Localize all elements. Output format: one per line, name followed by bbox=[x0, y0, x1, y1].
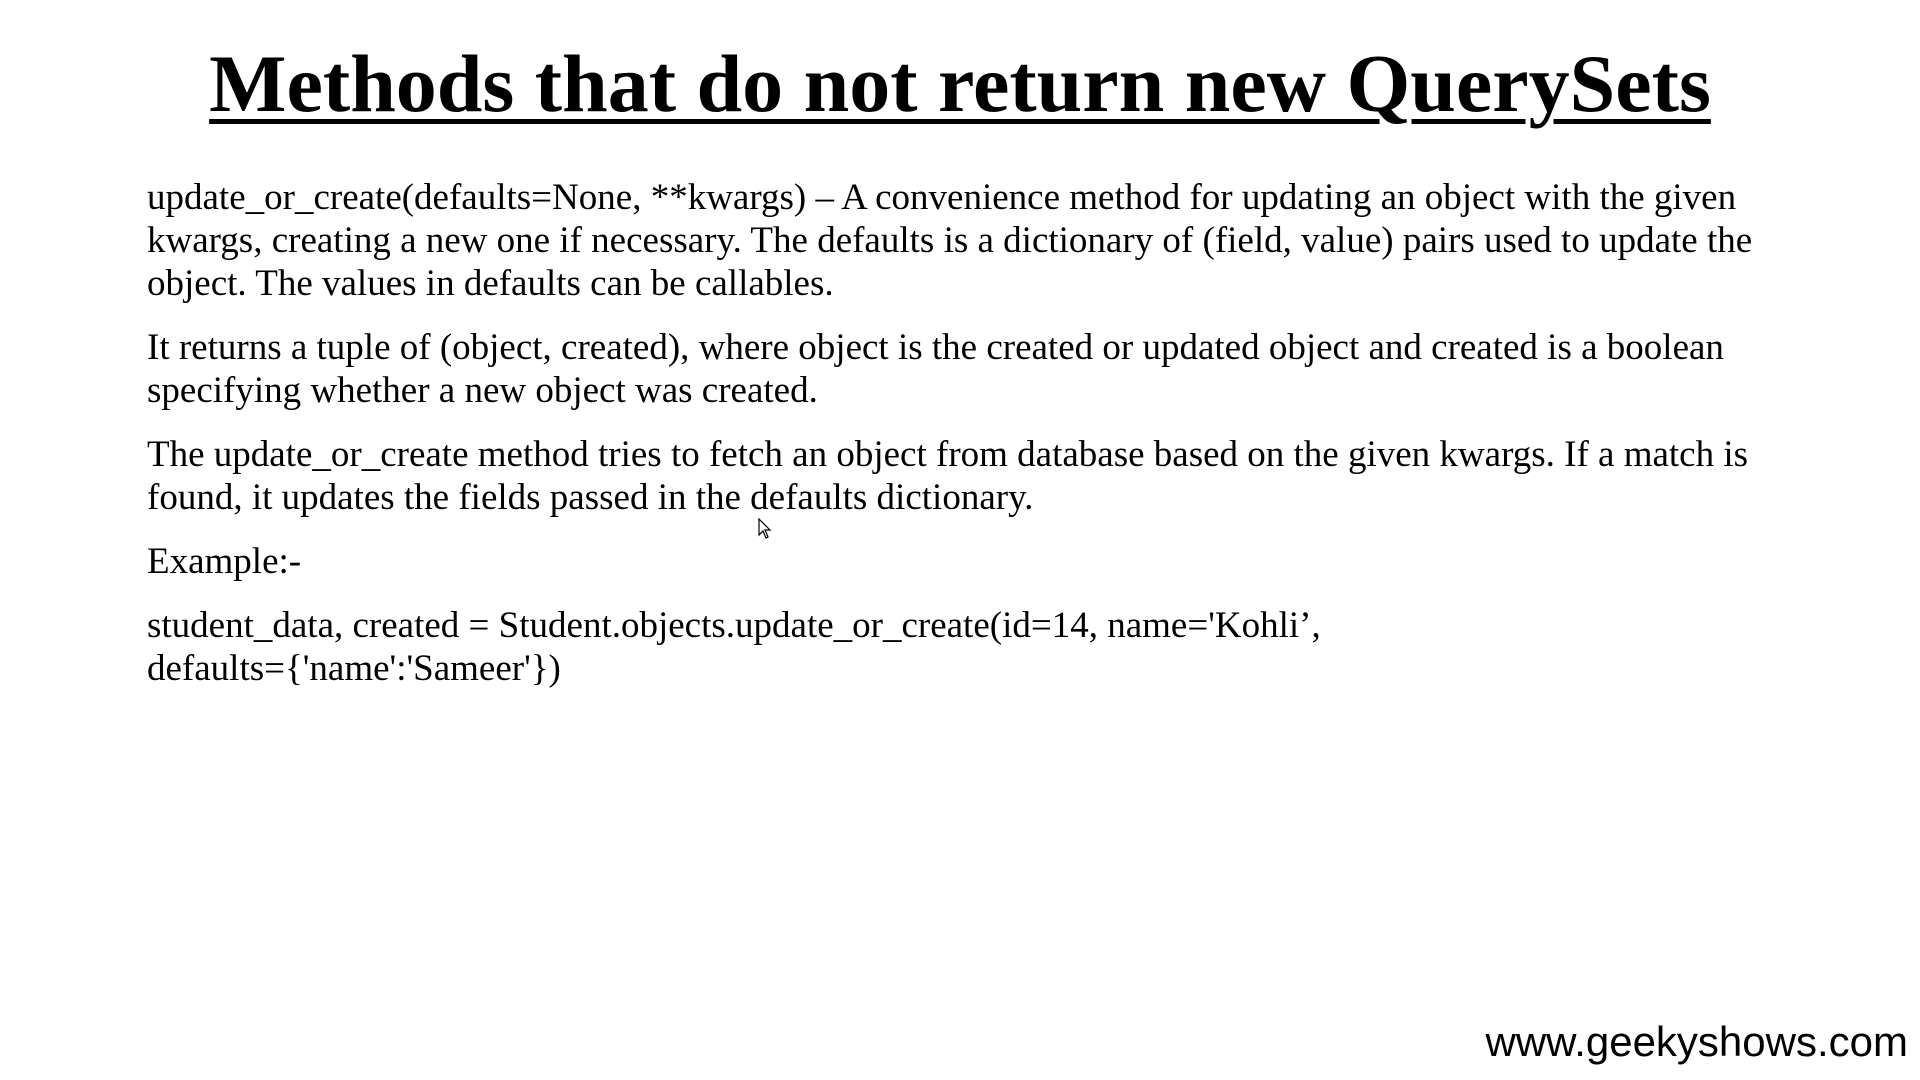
paragraph-returns: It returns a tuple of (object, created),… bbox=[147, 327, 1724, 411]
example-code-line-2: defaults={'name':'Sameer'}) bbox=[147, 648, 561, 689]
website-footer: www.geekyshows.com bbox=[1485, 1018, 1908, 1065]
mouse-pointer-icon bbox=[758, 518, 772, 539]
slide-title: Methods that do not return new QuerySets bbox=[0, 34, 1920, 134]
paragraph-behavior: The update_or_create method tries to fet… bbox=[147, 434, 1749, 518]
example-code: student_data, created = Student.objects.… bbox=[147, 604, 1787, 690]
example-label: Example:- bbox=[147, 541, 302, 582]
example-code-line-1: student_data, created = Student.objects.… bbox=[147, 605, 1321, 646]
paragraph-definition: update_or_create(defaults=None, **kwargs… bbox=[147, 177, 1753, 304]
slide-body: update_or_create(defaults=None, **kwargs… bbox=[147, 176, 1787, 711]
slide-title-text: Methods that do not return new QuerySets bbox=[209, 38, 1711, 129]
